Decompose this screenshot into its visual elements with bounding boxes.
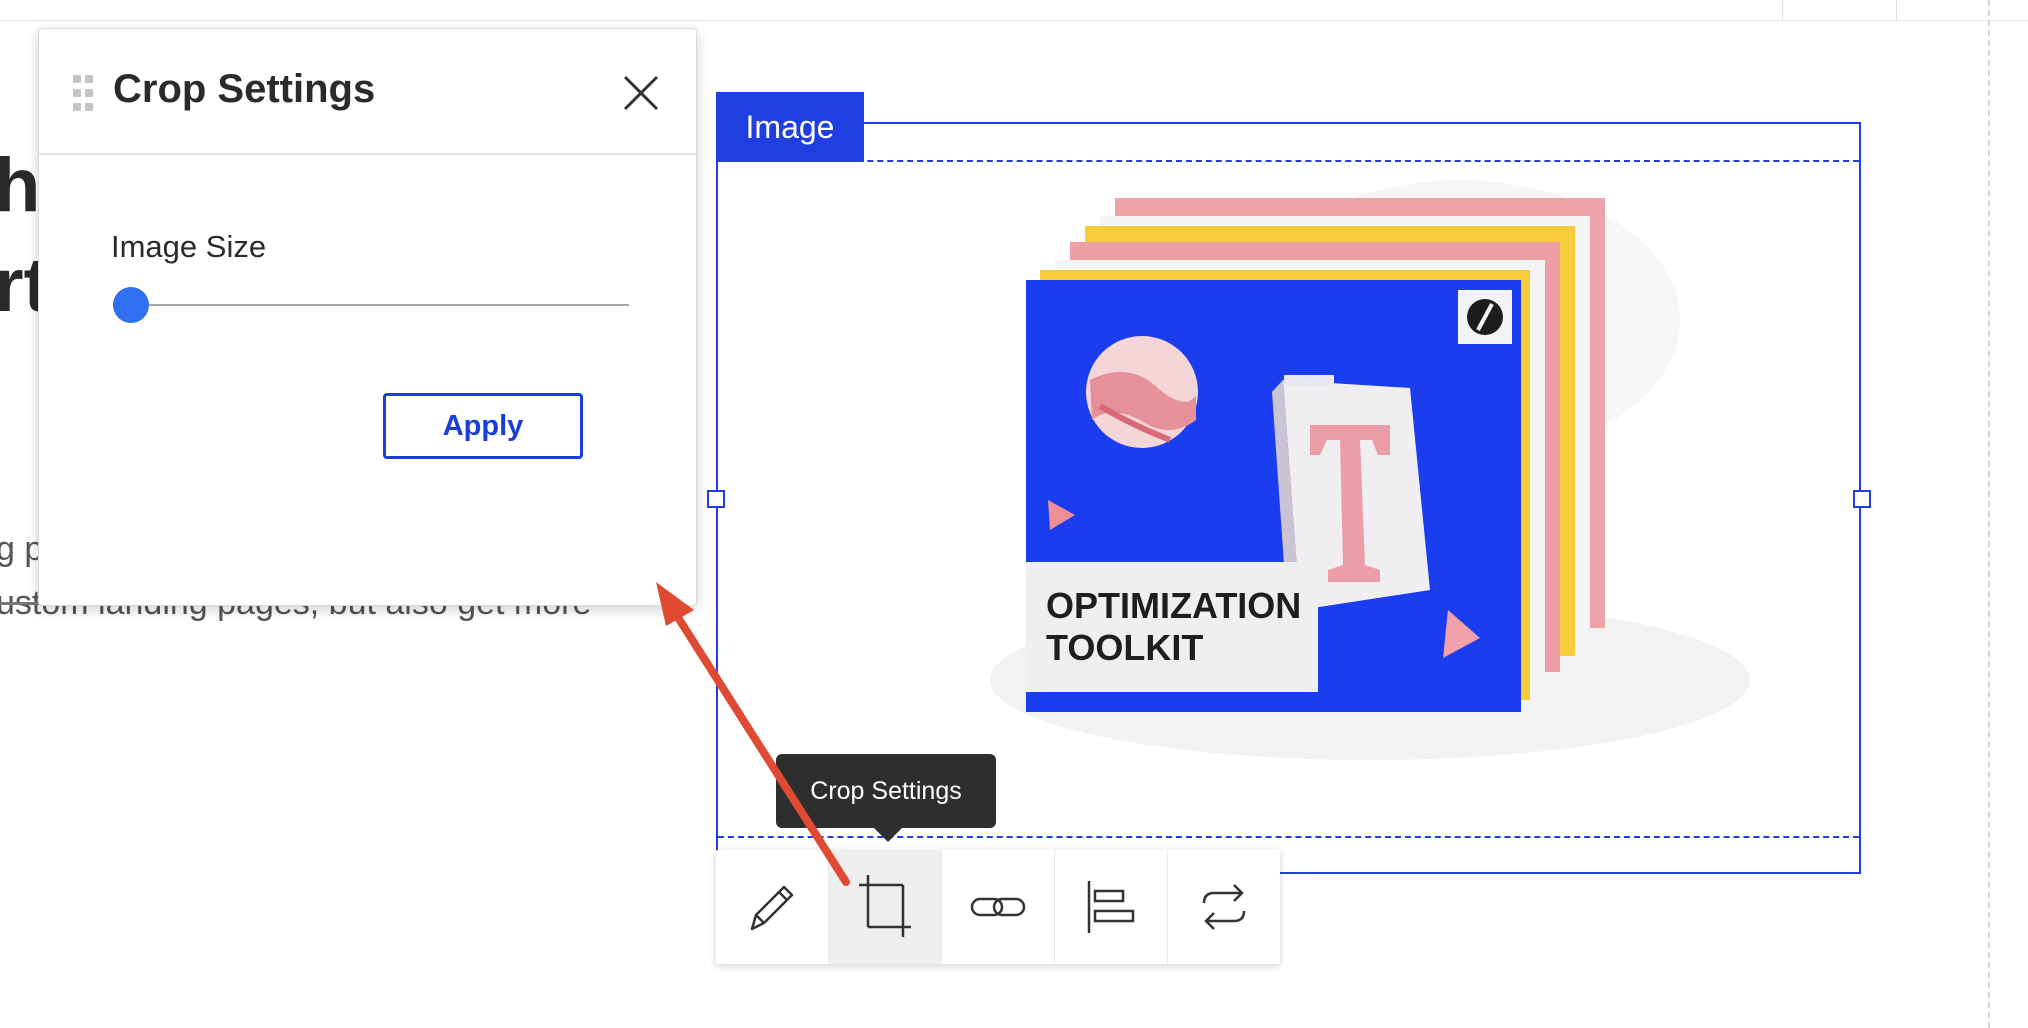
crop-settings-tooltip: Crop Settings xyxy=(776,754,996,828)
resize-handle-left[interactable] xyxy=(707,490,725,508)
image-size-slider-track[interactable] xyxy=(113,304,629,306)
crop-boundary-top xyxy=(718,160,1859,162)
drag-handle-icon[interactable] xyxy=(73,75,95,111)
image-widget-tag: Image xyxy=(716,92,864,162)
image-toolbar xyxy=(716,850,1280,964)
replace-image-button[interactable] xyxy=(1168,850,1280,964)
crop-settings-button[interactable] xyxy=(829,850,942,964)
top-separator xyxy=(1782,0,1783,20)
image-size-label: Image Size xyxy=(111,229,267,264)
resize-handle-right[interactable] xyxy=(1853,490,1871,508)
align-left-icon xyxy=(1087,881,1135,933)
crop-icon xyxy=(859,875,911,937)
link-button[interactable] xyxy=(942,850,1055,964)
panel-title: Crop Settings xyxy=(113,67,376,111)
pencil-icon xyxy=(750,885,794,931)
top-separator xyxy=(1896,0,1897,20)
image-title-line: OPTIMIZATION xyxy=(1046,585,1301,626)
top-divider xyxy=(0,20,2028,21)
edit-button[interactable] xyxy=(716,850,829,964)
swap-icon xyxy=(1202,884,1246,930)
page-body-line: g p xyxy=(0,530,44,568)
image-title-line: TOOLKIT xyxy=(1046,627,1203,668)
close-icon xyxy=(623,75,659,111)
align-button[interactable] xyxy=(1055,850,1168,964)
tooltip-arrow xyxy=(872,826,904,842)
crop-settings-panel: Crop Settings Image Size Apply xyxy=(38,28,697,606)
panel-header: Crop Settings xyxy=(39,29,696,155)
apply-button[interactable]: Apply xyxy=(383,393,583,459)
image-size-slider-knob[interactable] xyxy=(113,287,149,323)
link-icon xyxy=(970,897,1026,917)
close-button[interactable] xyxy=(619,71,663,115)
canvas-edge xyxy=(1988,0,1990,1028)
optimization-toolkit-image: OPTIMIZATION TOOLKIT xyxy=(990,180,1750,760)
